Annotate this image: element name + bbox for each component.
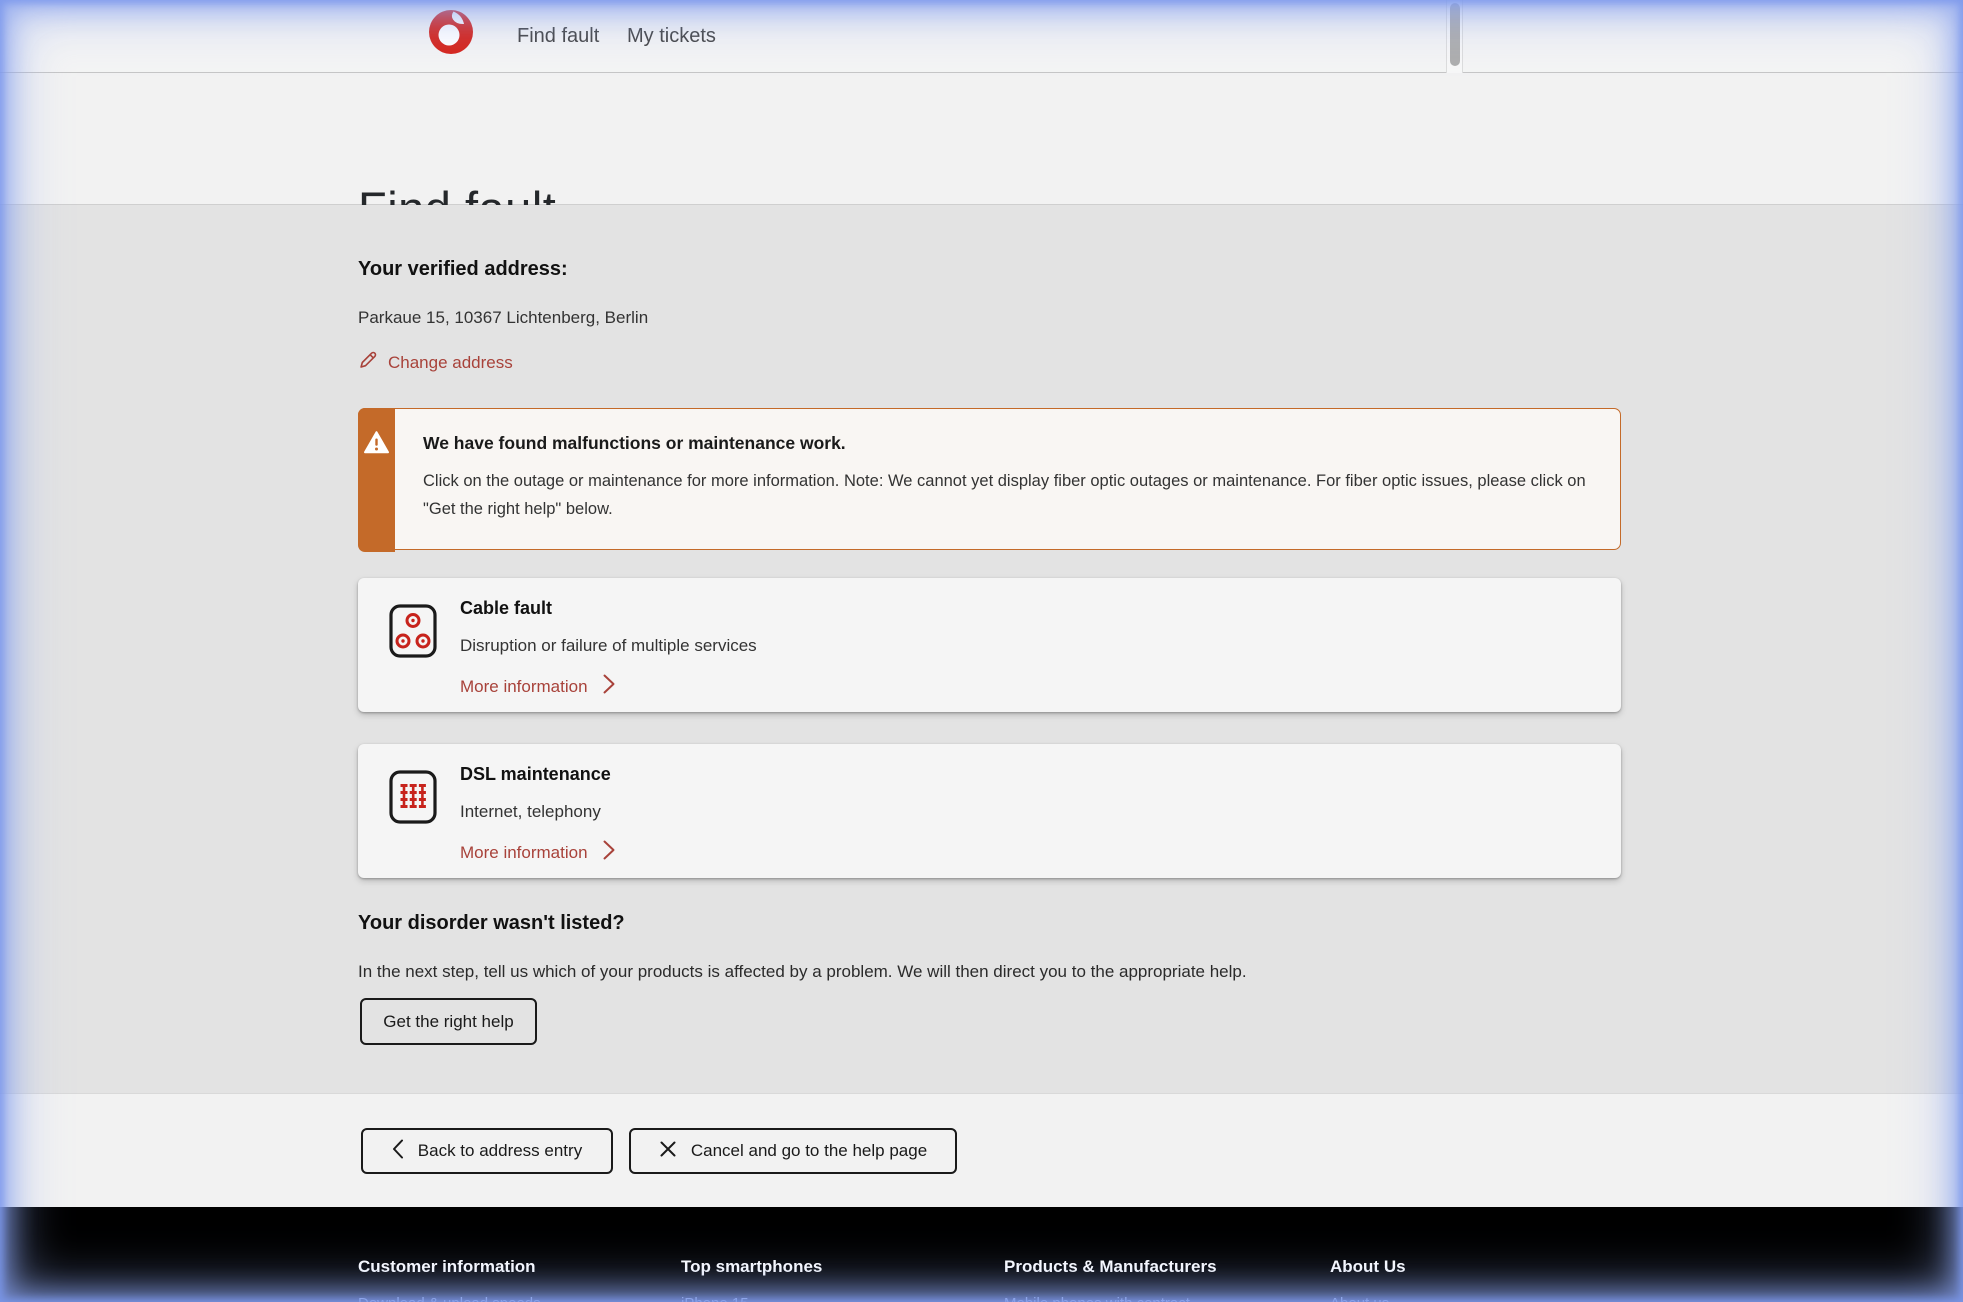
- verified-address-heading: Your verified address:: [358, 258, 568, 281]
- main-content: Your verified address: Parkaue 15, 10367…: [0, 205, 1963, 1093]
- footer-link[interactable]: About us: [1330, 1295, 1389, 1302]
- chevron-right-icon: [602, 839, 616, 866]
- bottom-navigation-band: Back to address entry Cancel and go to t…: [0, 1093, 1963, 1207]
- vertical-scrollbar-thumb[interactable]: [1450, 3, 1460, 66]
- chevron-left-icon: [392, 1138, 404, 1165]
- top-navigation-bar: Find fault My tickets: [0, 0, 1963, 73]
- browser-page: Find fault My tickets Find fault Your ve…: [0, 0, 1963, 1302]
- footer-link[interactable]: iPhone 15: [681, 1295, 749, 1302]
- chevron-right-icon: [602, 673, 616, 700]
- footer-link[interactable]: Mobile phones with contract: [1004, 1295, 1190, 1302]
- close-icon: [659, 1140, 677, 1163]
- footer-link[interactable]: Download & upload speeds: [358, 1295, 541, 1302]
- footer-heading-products-manufacturers: Products & Manufacturers: [1004, 1257, 1217, 1277]
- footer-heading-about-us: About Us: [1330, 1257, 1406, 1277]
- cable-fault-description: Disruption or failure of multiple servic…: [460, 636, 757, 656]
- nav-link-find-fault[interactable]: Find fault: [517, 0, 599, 73]
- cancel-to-help-page-button[interactable]: Cancel and go to the help page: [629, 1128, 957, 1174]
- disorder-body-text: In the next step, tell us which of your …: [358, 962, 1247, 982]
- dsl-maintenance-description: Internet, telephony: [460, 802, 601, 822]
- cable-fault-card: Cable fault Disruption or failure of mul…: [358, 578, 1621, 712]
- change-address-label: Change address: [388, 353, 513, 373]
- footer-heading-top-smartphones: Top smartphones: [681, 1257, 822, 1277]
- change-address-link[interactable]: Change address: [358, 350, 513, 375]
- maintenance-warning-box: We have found malfunctions or maintenanc…: [358, 408, 1621, 550]
- warning-accent-bar: [358, 408, 395, 552]
- dsl-maintenance-card: DSL maintenance Internet, telephony More…: [358, 744, 1621, 878]
- get-right-help-button[interactable]: Get the right help: [360, 998, 537, 1045]
- cancel-button-label: Cancel and go to the help page: [691, 1141, 927, 1161]
- more-info-label: More information: [460, 843, 588, 863]
- dsl-maintenance-icon: [389, 770, 437, 829]
- verified-address-value: Parkaue 15, 10367 Lichtenberg, Berlin: [358, 308, 648, 328]
- warning-triangle-icon: [363, 430, 390, 460]
- warning-title: We have found malfunctions or maintenanc…: [423, 433, 846, 454]
- cable-fault-title: Cable fault: [460, 598, 552, 619]
- vodafone-logo-icon[interactable]: [428, 7, 474, 56]
- footer-heading-customer-information: Customer information: [358, 1257, 536, 1277]
- page-title-band: Find fault: [0, 73, 1963, 205]
- pencil-icon: [358, 350, 378, 375]
- vertical-scrollbar-track[interactable]: [1446, 0, 1463, 73]
- back-button-label: Back to address entry: [418, 1141, 582, 1161]
- dsl-maintenance-title: DSL maintenance: [460, 764, 611, 785]
- back-to-address-entry-button[interactable]: Back to address entry: [361, 1128, 613, 1174]
- dsl-maintenance-more-info-link[interactable]: More information: [460, 839, 616, 866]
- more-info-label: More information: [460, 677, 588, 697]
- disorder-heading: Your disorder wasn't listed?: [358, 912, 625, 935]
- page-footer: Customer information Top smartphones Pro…: [0, 1207, 1963, 1302]
- cable-fault-more-info-link[interactable]: More information: [460, 673, 616, 700]
- nav-link-my-tickets[interactable]: My tickets: [627, 0, 716, 73]
- warning-body: Click on the outage or maintenance for m…: [423, 467, 1598, 523]
- cable-fault-icon: [389, 604, 437, 663]
